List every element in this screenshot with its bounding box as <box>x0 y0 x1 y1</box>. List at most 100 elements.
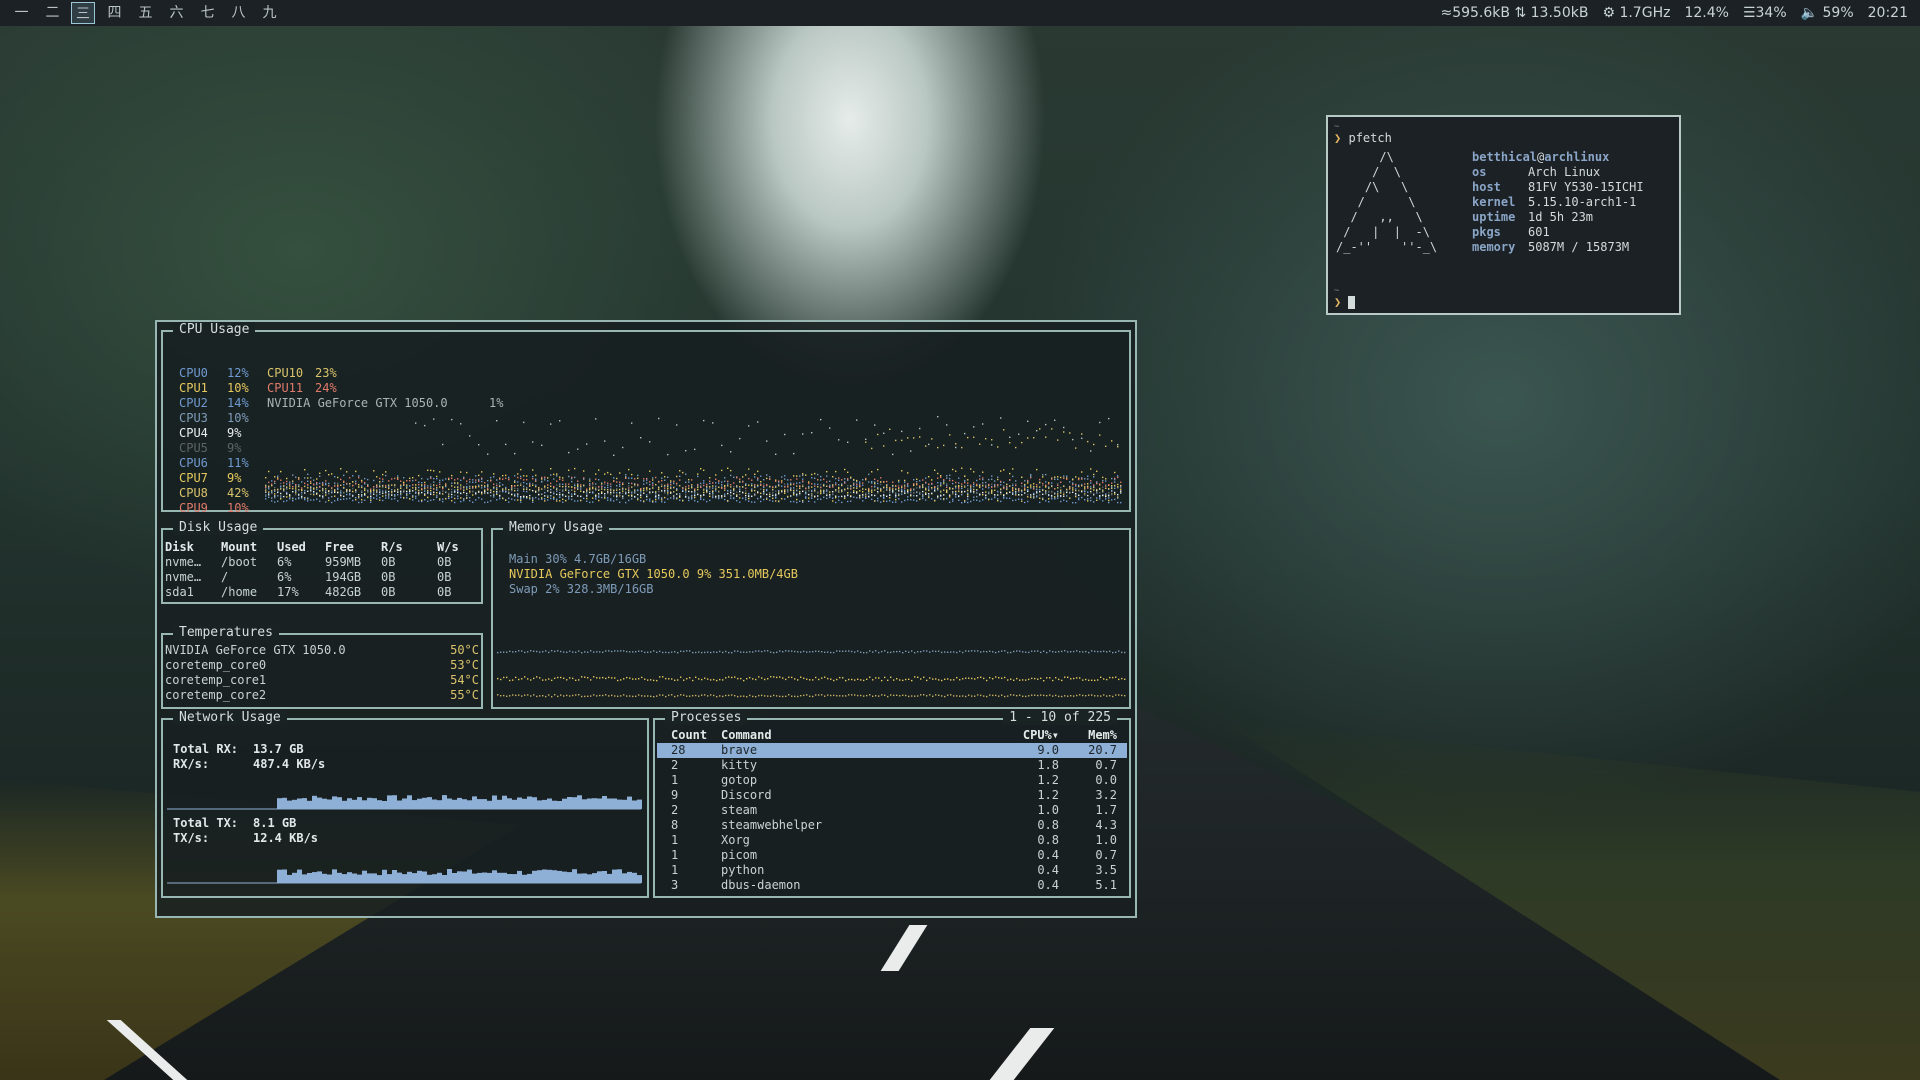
process-row[interactable]: 1 python 0.4 3.5 <box>657 863 1127 878</box>
cpu-trace-dot <box>667 453 669 456</box>
process-header-cell[interactable]: Command <box>721 728 1007 743</box>
cpu-trace-dot <box>517 488 519 490</box>
cpu-trace-dot <box>940 485 942 487</box>
memory-trace-dot <box>857 678 859 680</box>
memory-trace-dot <box>695 676 697 678</box>
cpu-trace-dot <box>712 496 714 499</box>
cpu-trace-dot <box>1045 500 1047 502</box>
workspace-1[interactable]: 一 <box>6 2 37 24</box>
cpu-trace-dot <box>1048 494 1050 496</box>
process-header-cell[interactable]: Mem% <box>1059 728 1117 743</box>
cpu-trace-dot <box>829 494 831 496</box>
memory-trace-dot <box>536 676 538 678</box>
active-prompt[interactable]: ❯ <box>1334 295 1356 310</box>
cpu-trace-dot <box>412 484 414 486</box>
process-header-cell[interactable]: CPU%▾ <box>1007 728 1059 743</box>
cpu-trace-dot <box>838 486 840 489</box>
cpu-trace-dot <box>730 497 732 499</box>
network-status[interactable]: ≈595.6kB ⇅ 13.50kB <box>1440 5 1588 21</box>
process-row[interactable]: 9 Discord 1.2 3.2 <box>657 788 1127 803</box>
cpu-trace-dot <box>778 489 780 492</box>
cpu-trace-dot <box>979 475 981 477</box>
workspace-3[interactable]: 三 <box>71 2 95 24</box>
cpu-status[interactable]: ⚙ 1.7GHz <box>1602 5 1670 21</box>
cpu-trace-dot <box>1075 495 1077 498</box>
cpu-trace-dot <box>790 500 792 503</box>
process-row[interactable]: 8 steamwebhelper 0.8 4.3 <box>657 818 1127 833</box>
processes-panel[interactable]: Processes 1 - 10 of 225 Count Command CPU%… <box>653 710 1131 898</box>
workspace-9[interactable]: 九 <box>254 2 285 24</box>
process-row[interactable]: 2 steam 1.0 1.7 <box>657 803 1127 818</box>
memory-trace-dot <box>611 677 613 679</box>
cpu-trace-dot <box>664 487 666 489</box>
cpu-trace-dot <box>604 497 606 499</box>
tx-bar <box>547 869 552 883</box>
cpu-trace-dot <box>538 490 540 493</box>
cpu-trace-dot <box>1027 479 1029 482</box>
cpu-trace-dot <box>442 490 444 492</box>
clock[interactable]: 20:21 <box>1868 5 1908 21</box>
process-row[interactable]: 28 brave 9.0 20.7 <box>657 743 1127 758</box>
memory-trace-dot <box>950 651 952 653</box>
cpu-trace-dot <box>436 496 438 499</box>
gotop-window[interactable]: CPU Usage CPU0 12% CPU10 23% CPU1 10% CPU11 24%… <box>155 320 1137 918</box>
process-row[interactable]: 1 picom 0.4 0.7 <box>657 848 1127 863</box>
cpu-trace-dot <box>523 496 525 499</box>
workspace-7[interactable]: 七 <box>192 2 223 24</box>
cpu-trace-dot <box>439 481 441 484</box>
workspace-8[interactable]: 八 <box>223 2 254 24</box>
cpu-trace-dot <box>802 501 804 503</box>
memory-trace-dot <box>758 694 760 697</box>
memory-trace-dot <box>656 651 658 653</box>
cpu-trace-dot <box>934 488 936 490</box>
cpu-trace-dot <box>763 492 765 495</box>
cpu-trace-dot <box>442 486 444 488</box>
process-row[interactable]: 1 gotop 1.2 0.0 <box>657 773 1127 788</box>
cpu-trace-dot <box>1066 475 1068 477</box>
terminal-window[interactable]: ~ ❯ pfetch /\ / \ /\ \ / \ / ,, \ / | | … <box>1326 115 1681 315</box>
process-row[interactable]: 3 dbus-daemon 0.4 5.1 <box>657 878 1127 893</box>
cpu-trace-dot <box>472 501 474 503</box>
workspace-2[interactable]: 二 <box>37 2 68 24</box>
cpu-trace-dot <box>304 497 306 500</box>
cpu-trace-dot <box>574 484 576 487</box>
cpu-trace-dot <box>649 500 651 502</box>
cpu-trace-dot <box>670 480 672 482</box>
cpu-trace-dot <box>889 494 891 496</box>
workspace-5[interactable]: 五 <box>130 2 161 24</box>
cpu-trace-dot <box>838 496 840 498</box>
cpu-percent[interactable]: 12.4% <box>1684 5 1728 21</box>
memory-status[interactable]: ☰34% <box>1743 5 1787 21</box>
volume-status[interactable]: 🔈 59% <box>1801 5 1854 21</box>
cpu-trace-dot <box>391 489 393 491</box>
cpu-trace-dot <box>718 482 720 484</box>
process-header-cell[interactable]: Count <box>657 728 721 743</box>
cpu-trace-dot <box>826 481 828 483</box>
cpu-trace-dot <box>346 489 348 491</box>
cpu-trace-dot <box>862 488 864 490</box>
process-row[interactable]: 1 Xorg 0.8 1.0 <box>657 833 1127 848</box>
cpu-trace-dot <box>709 482 711 485</box>
disk-usage-panel: Disk Usage Disk Mount Used Free R/s W/s nvme… /… <box>161 520 483 604</box>
cpu-trace-dot <box>1105 493 1107 496</box>
cpu-trace-dot <box>1039 497 1041 499</box>
disk-cell: 959MB <box>325 555 362 569</box>
workspace-4[interactable]: 四 <box>99 2 130 24</box>
cpu-trace-dot <box>550 468 552 470</box>
workspace-6[interactable]: 六 <box>161 2 192 24</box>
cpu-trace-dot <box>907 484 909 486</box>
cpu-trace-dot <box>520 468 522 471</box>
memory-trace-dot <box>635 651 637 653</box>
tx-bar <box>527 873 532 883</box>
process-row[interactable]: 2 kitty 1.8 0.7 <box>657 758 1127 773</box>
cpu-trace-dot <box>613 477 615 479</box>
cpu-trace-dot <box>430 469 432 472</box>
cpu-trace-dot <box>859 494 861 497</box>
cpu-trace-dot <box>325 480 327 482</box>
cpu-trace-dot <box>490 489 492 491</box>
cpu-trace-dot <box>829 496 831 499</box>
cpu-trace-dot <box>979 478 981 480</box>
memory-trace-dot <box>503 694 505 697</box>
cpu-trace-dot <box>403 484 405 486</box>
cpu-trace-dot <box>931 479 933 481</box>
